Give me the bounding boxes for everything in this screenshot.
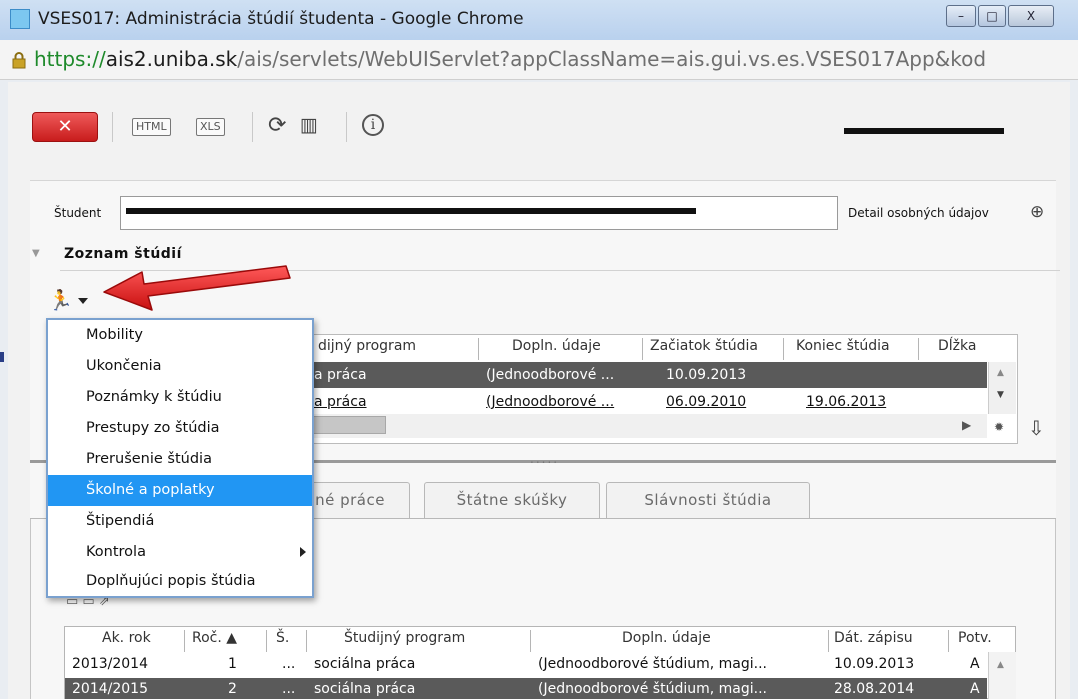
url-text[interactable]: https://ais2.uniba.sk/ais/servlets/WebUI… — [34, 47, 986, 71]
user-name-redacted — [844, 128, 1004, 134]
table-cell: 2013/2014 — [72, 656, 148, 672]
personal-details-link[interactable]: Detail osobných údajov — [848, 206, 989, 220]
download-icon[interactable]: ⇩ — [1028, 416, 1045, 440]
toolbar-divider — [346, 112, 347, 142]
table-cell: (Jednoodborové štúdium, magi... — [538, 656, 767, 672]
info-icon[interactable]: i — [362, 114, 384, 136]
table-cell: 06.09.2010 — [666, 394, 747, 410]
table-cell: (Jednoodborové štúdium, magi... — [538, 681, 767, 697]
maximize-button[interactable]: □ — [978, 5, 1006, 27]
table-cell: 1 — [228, 656, 237, 672]
splitter-grip[interactable]: ..... — [530, 452, 559, 466]
table-cell: sociálna práca — [314, 681, 416, 697]
column-divider — [642, 338, 643, 360]
table-cell: sociálna práca — [314, 656, 416, 672]
scroll-up-icon[interactable]: ▲ — [997, 660, 1004, 670]
column-header[interactable]: Dĺžka — [938, 338, 976, 354]
column-divider — [918, 338, 919, 360]
red-arrow-annotation — [103, 265, 291, 311]
table-cell: A — [970, 681, 980, 697]
column-header[interactable]: Koniec štúdia — [796, 338, 890, 354]
toolbar-divider — [112, 112, 113, 142]
actions-run-icon[interactable]: 🏃 — [48, 288, 73, 312]
column-divider — [530, 630, 531, 652]
horizontal-scrollbar[interactable] — [287, 414, 987, 438]
export-html-icon[interactable]: HTML — [132, 118, 171, 136]
tab-state-exams[interactable]: Štátne skúšky — [424, 482, 600, 519]
table-cell: ... — [282, 656, 296, 672]
close-window-button[interactable]: X — [1008, 5, 1054, 27]
menu-item-control[interactable]: Kontrola — [48, 537, 312, 568]
column-divider — [783, 338, 784, 360]
table-cell: 10.09.2013 — [834, 656, 915, 672]
menu-item-completions[interactable]: Ukončenia — [48, 351, 312, 382]
column-divider — [948, 630, 949, 652]
table-cell: 28.08.2014 — [834, 681, 915, 697]
table-cell: 2 — [228, 681, 237, 697]
url-scheme: https:// — [34, 47, 106, 71]
column-divider — [478, 338, 479, 360]
column-header[interactable]: Študijný program — [344, 630, 465, 646]
column-header[interactable]: Začiatok štúdia — [650, 338, 758, 354]
table-cell: a práca — [314, 367, 367, 383]
table-cell: a práca — [314, 394, 367, 410]
refresh-icon[interactable]: ⟳ — [268, 113, 286, 138]
column-header[interactable]: Dát. zápisu — [834, 630, 913, 646]
scroll-down-icon[interactable]: ▼ — [997, 390, 1004, 400]
table-cell: 10.09.2013 — [666, 367, 747, 383]
column-header[interactable]: Dopln. údaje — [622, 630, 711, 646]
table-cell: A — [970, 656, 980, 672]
window-title: VSES017: Administrácia štúdií študenta -… — [38, 9, 524, 29]
submenu-arrow-icon — [300, 547, 306, 557]
table-cell: 2014/2015 — [72, 681, 148, 697]
menu-item-scholarships[interactable]: Štipendiá — [48, 506, 312, 537]
chevron-down-icon[interactable] — [78, 298, 88, 304]
menu-item-mobility[interactable]: Mobility — [48, 320, 312, 351]
close-app-button[interactable]: ✕ — [32, 112, 98, 142]
side-marker — [0, 352, 4, 362]
table-cell: (Jednoodborové ... — [486, 367, 615, 383]
column-divider — [266, 630, 267, 652]
tab-ceremonies[interactable]: Slávnosti štúdia — [606, 482, 810, 519]
table-cell: (Jednoodborové ... — [486, 394, 615, 410]
url-path: /ais/servlets/WebUIServlet?appClassName=… — [237, 47, 987, 71]
scroll-up-icon[interactable]: ▲ — [997, 368, 1004, 378]
grid-icon[interactable]: ▥ — [300, 114, 318, 136]
menu-item-interruption[interactable]: Prerušenie štúdia — [48, 444, 312, 475]
export-xls-icon[interactable]: XLS — [196, 118, 225, 136]
toolbar-divider — [252, 112, 253, 142]
student-label: Študent — [54, 206, 102, 220]
column-header[interactable]: dijný program — [318, 338, 416, 354]
table-cell: ... — [282, 681, 296, 697]
column-header[interactable]: Roč. ▲ — [192, 630, 237, 646]
zoom-in-icon[interactable]: ⊕ — [1030, 202, 1044, 222]
column-divider — [828, 630, 829, 652]
menu-item-fees[interactable]: Školné a poplatky — [48, 475, 312, 506]
gear-icon[interactable]: ✹ — [994, 420, 1004, 434]
column-header[interactable]: Dopln. údaje — [512, 338, 601, 354]
app-icon — [10, 9, 30, 29]
menu-item-transfers[interactable]: Prestupy zo štúdia — [48, 413, 312, 444]
menu-item-additional-description[interactable]: Doplňujúci popis štúdia — [48, 566, 312, 597]
scroll-right-icon[interactable]: ▶ — [962, 418, 971, 432]
lock-icon — [12, 52, 26, 69]
column-header[interactable]: Š. — [276, 630, 289, 646]
url-host: ais2.uniba.sk — [105, 47, 238, 71]
menu-item-study-notes[interactable]: Poznámky k štúdiu — [48, 382, 312, 413]
column-header[interactable]: Ak. rok — [102, 630, 151, 646]
column-divider — [184, 630, 185, 652]
collapse-icon[interactable]: ▼ — [32, 248, 40, 259]
table-cell: 19.06.2013 — [806, 394, 887, 410]
column-header[interactable]: Potv. — [958, 630, 992, 646]
student-name-redacted — [126, 208, 696, 214]
minimize-button[interactable]: – — [946, 5, 976, 27]
column-divider — [306, 630, 307, 652]
table-row[interactable] — [287, 362, 987, 388]
